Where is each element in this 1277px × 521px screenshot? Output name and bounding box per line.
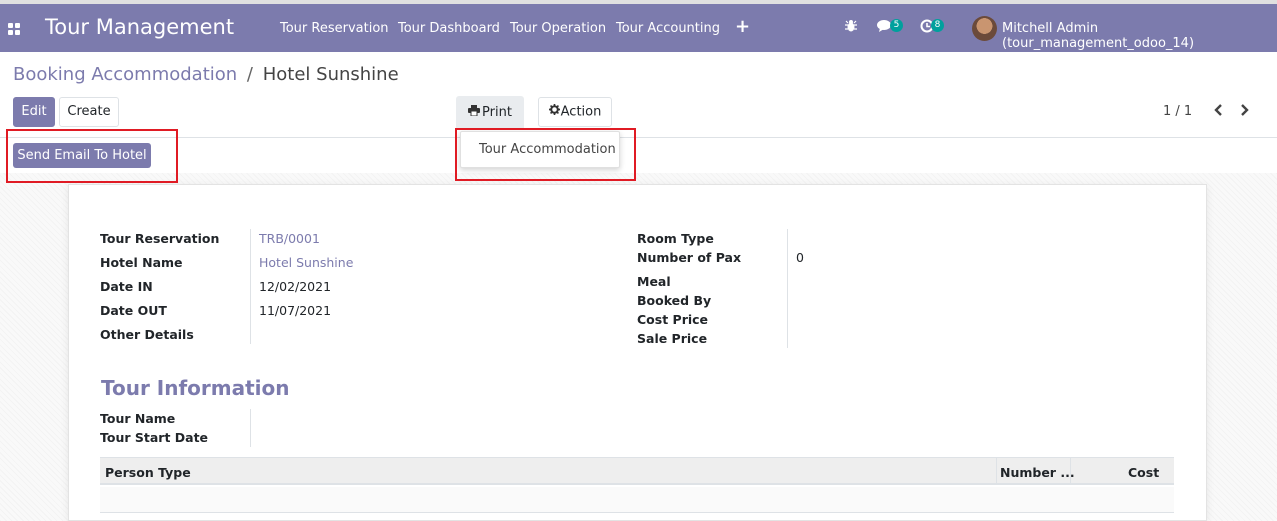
tour-name-label: Tour Name: [100, 411, 176, 426]
tour-info-separator: [250, 409, 251, 447]
tour-information-title: Tour Information: [101, 376, 290, 400]
right-group-separator: [787, 229, 788, 348]
date-in-value: 12/02/2021: [259, 279, 332, 294]
column-divider: [996, 458, 997, 484]
pager-value[interactable]: 1 / 1: [1163, 104, 1192, 119]
chevron-left-icon[interactable]: [1212, 100, 1224, 125]
column-person-type[interactable]: Person Type: [105, 465, 191, 480]
tour-reservation-label: Tour Reservation: [100, 231, 220, 246]
other-details-label: Other Details: [100, 327, 194, 342]
breadcrumb-current: Hotel Sunshine: [262, 64, 399, 85]
hotel-name-label: Hotel Name: [100, 255, 183, 270]
date-out-label: Date OUT: [100, 303, 167, 318]
menu-tour-reservation[interactable]: Tour Reservation: [280, 21, 389, 36]
date-in-label: Date IN: [100, 279, 153, 294]
avatar[interactable]: [972, 16, 997, 41]
app-title[interactable]: Tour Management: [45, 15, 234, 39]
cost-price-label: Cost Price: [637, 312, 709, 327]
statusbar: [0, 138, 1277, 173]
column-divider: [1070, 458, 1071, 484]
breadcrumb: Booking Accommodation / Hotel Sunshine: [13, 64, 399, 85]
breadcrumb-parent-link[interactable]: Booking Accommodation: [13, 64, 237, 85]
create-button[interactable]: Create: [59, 97, 119, 127]
table-row: [100, 487, 1174, 513]
tour-start-date-label: Tour Start Date: [100, 430, 209, 445]
printer-icon: [468, 97, 481, 128]
action-button[interactable]: Action: [538, 97, 612, 127]
meal-label: Meal: [637, 274, 671, 289]
menu-tour-accounting[interactable]: Tour Accounting: [616, 21, 720, 36]
column-cost[interactable]: Cost: [1128, 465, 1159, 480]
gear-icon: [548, 98, 560, 126]
sale-price-label: Sale Price: [637, 331, 708, 346]
left-group-separator: [250, 229, 251, 344]
add-menu-icon[interactable]: +: [735, 16, 750, 37]
edit-button[interactable]: Edit: [13, 97, 55, 127]
menu-tour-dashboard[interactable]: Tour Dashboard: [398, 21, 500, 36]
menu-tour-operation[interactable]: Tour Operation: [510, 21, 606, 36]
user-menu[interactable]: Mitchell Admin (tour_management_odoo_14): [1002, 21, 1277, 51]
apps-grid-icon[interactable]: [8, 23, 20, 35]
booked-by-label: Booked By: [637, 293, 712, 308]
breadcrumb-separator: /: [246, 64, 253, 85]
room-type-label: Room Type: [637, 231, 714, 246]
messages-count-badge: 5: [890, 19, 903, 32]
highlight-send-email: [6, 129, 178, 183]
date-out-value: 11/07/2021: [259, 303, 332, 318]
print-button[interactable]: Print: [456, 96, 524, 129]
print-button-label: Print: [482, 105, 512, 120]
action-button-label: Action: [560, 104, 602, 120]
number-of-pax-label: Number of Pax: [637, 250, 742, 265]
tour-reservation-link[interactable]: TRB/0001: [259, 231, 320, 246]
number-of-pax-value: 0: [796, 250, 804, 265]
bug-icon[interactable]: [844, 19, 858, 37]
top-navbar: Tour Management Tour Reservation Tour Da…: [0, 0, 1277, 52]
person-table-header: Person Type Number ... Cost: [100, 457, 1174, 485]
highlight-print-menu: [455, 128, 636, 181]
activities-count-badge: 8: [931, 19, 944, 32]
hotel-name-link[interactable]: Hotel Sunshine: [259, 255, 353, 270]
chevron-right-icon[interactable]: [1239, 100, 1251, 125]
column-number[interactable]: Number ...: [1000, 465, 1075, 480]
